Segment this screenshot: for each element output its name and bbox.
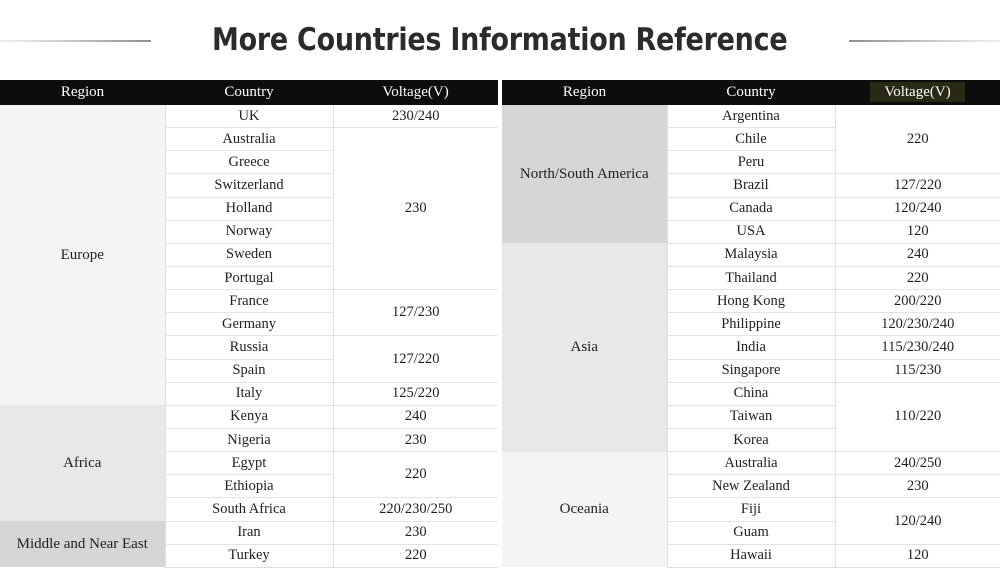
- table-row: Europe UK 230/240: [0, 105, 498, 406]
- country-cell: Iran: [165, 521, 334, 545]
- voltage-cell: 230: [333, 521, 498, 545]
- country-cell: Italy: [165, 382, 334, 406]
- country-cell: Australia: [165, 127, 334, 152]
- voltage-cell: 120/240: [835, 197, 1000, 221]
- country-cell: UK: [165, 105, 334, 129]
- table-row: Middle and Near East Iran 230: [0, 521, 498, 568]
- country-cell: New Zealand: [667, 474, 836, 499]
- country-cell: Holland: [165, 197, 334, 221]
- title-rule-left: [0, 40, 152, 42]
- header-country: Country: [667, 80, 835, 105]
- country-cell: India: [667, 335, 836, 360]
- page-header: More Countries Information Reference: [0, 0, 1000, 80]
- country-cell: Korea: [667, 428, 836, 453]
- voltage-cell: 230/240: [333, 105, 498, 129]
- title-rule-right: [848, 40, 1000, 42]
- country-cell: Chile: [667, 127, 836, 152]
- country-cell: Thailand: [667, 266, 836, 291]
- voltage-cell: 230: [333, 428, 498, 453]
- voltage-cell: 220: [835, 266, 1000, 291]
- voltage-cell: 125/220: [333, 382, 498, 406]
- table-header-row: Region Country Voltage(V): [0, 80, 498, 105]
- country-cell: Turkey: [165, 544, 334, 568]
- voltage-cell: 230: [333, 127, 498, 291]
- country-cell: Sweden: [165, 243, 334, 267]
- voltage-cell: 230: [835, 474, 1000, 499]
- voltage-cell: 127/220: [333, 335, 498, 383]
- voltage-cell: 115/230: [835, 359, 1000, 383]
- region-cell: Middle and Near East: [0, 521, 166, 568]
- header-voltage: Voltage(V): [835, 80, 1000, 105]
- voltage-cell: 127/220: [835, 173, 1000, 198]
- table-body-right: North/South America Argentina 220 Chile Peru…: [502, 105, 1000, 568]
- header-region: Region: [502, 80, 667, 105]
- country-cell: Fiji: [667, 497, 836, 522]
- country-cell: Germany: [165, 312, 334, 337]
- country-cell: Canada: [667, 197, 836, 221]
- region-cell: Oceania: [502, 451, 668, 568]
- country-cell: Switzerland: [165, 173, 334, 198]
- voltage-cell: 120/230/240: [835, 312, 1000, 337]
- country-cell: Ethiopia: [165, 474, 334, 499]
- country-cell: South Africa: [165, 497, 334, 522]
- region-cell: Africa: [0, 405, 166, 522]
- header-voltage-label: Voltage(V): [870, 82, 965, 102]
- voltage-cell: 110/220: [835, 382, 1000, 453]
- country-cell: Brazil: [667, 173, 836, 198]
- country-cell: Philippine: [667, 312, 836, 337]
- voltage-cell: 240/250: [835, 451, 1000, 476]
- country-cell: Argentina: [667, 105, 836, 129]
- voltage-cell: 120/240: [835, 497, 1000, 545]
- voltage-cell: 220: [333, 544, 498, 568]
- region-cell: Europe: [0, 105, 166, 406]
- country-cell: Nigeria: [165, 428, 334, 453]
- region-cell: Asia: [502, 243, 668, 452]
- country-cell: Kenya: [165, 405, 334, 429]
- country-cell: Egypt: [165, 451, 334, 476]
- voltage-table-right: Region Country Voltage(V) North/South Am…: [502, 80, 1000, 568]
- table-header-row: Region Country Voltage(V): [502, 80, 1000, 105]
- voltage-cell: 120: [835, 220, 1000, 244]
- country-cell: Hong Kong: [667, 289, 836, 314]
- table-row: Africa Kenya 240: [0, 405, 498, 522]
- table-row: North/South America Argentina 220: [502, 105, 1000, 244]
- country-cell: Australia: [667, 451, 836, 476]
- country-cell: France: [165, 289, 334, 314]
- voltage-cell: 120: [835, 544, 1000, 568]
- page-title: More Countries Information Reference: [212, 22, 788, 58]
- voltage-cell: 200/220: [835, 289, 1000, 314]
- country-cell: Spain: [165, 359, 334, 383]
- voltage-cell: 220: [835, 105, 1000, 175]
- country-cell: Greece: [165, 150, 334, 175]
- country-cell: Hawaii: [667, 544, 836, 568]
- header-country: Country: [165, 80, 333, 105]
- country-cell: Taiwan: [667, 405, 836, 429]
- voltage-cell: 240: [835, 243, 1000, 267]
- region-cell: North/South America: [502, 105, 668, 244]
- voltage-cell: 220/230/250: [333, 497, 498, 522]
- voltage-cell: 115/230/240: [835, 335, 1000, 360]
- table-row: Asia Malaysia 240: [502, 243, 1000, 452]
- table-row: Oceania Australia 240/250: [502, 451, 1000, 568]
- header-region: Region: [0, 80, 165, 105]
- country-cell: Portugal: [165, 266, 334, 291]
- tables-container: Region Country Voltage(V) Europe UK 230/24…: [0, 80, 1000, 568]
- country-cell: Malaysia: [667, 243, 836, 267]
- voltage-cell: 127/230: [333, 289, 498, 337]
- table-body-left: Europe UK 230/240 Australia 230 Greece Switzer…: [0, 105, 498, 568]
- voltage-table-left: Region Country Voltage(V) Europe UK 230/24…: [0, 80, 498, 568]
- country-cell: Singapore: [667, 359, 836, 383]
- voltage-cell: 220: [333, 451, 498, 499]
- country-cell: Peru: [667, 150, 836, 175]
- country-cell: Russia: [165, 335, 334, 360]
- voltage-cell: 240: [333, 405, 498, 429]
- country-cell: Guam: [667, 521, 836, 545]
- country-cell: USA: [667, 220, 836, 244]
- header-voltage: Voltage(V): [333, 80, 498, 105]
- country-cell: Norway: [165, 220, 334, 244]
- country-cell: China: [667, 382, 836, 406]
